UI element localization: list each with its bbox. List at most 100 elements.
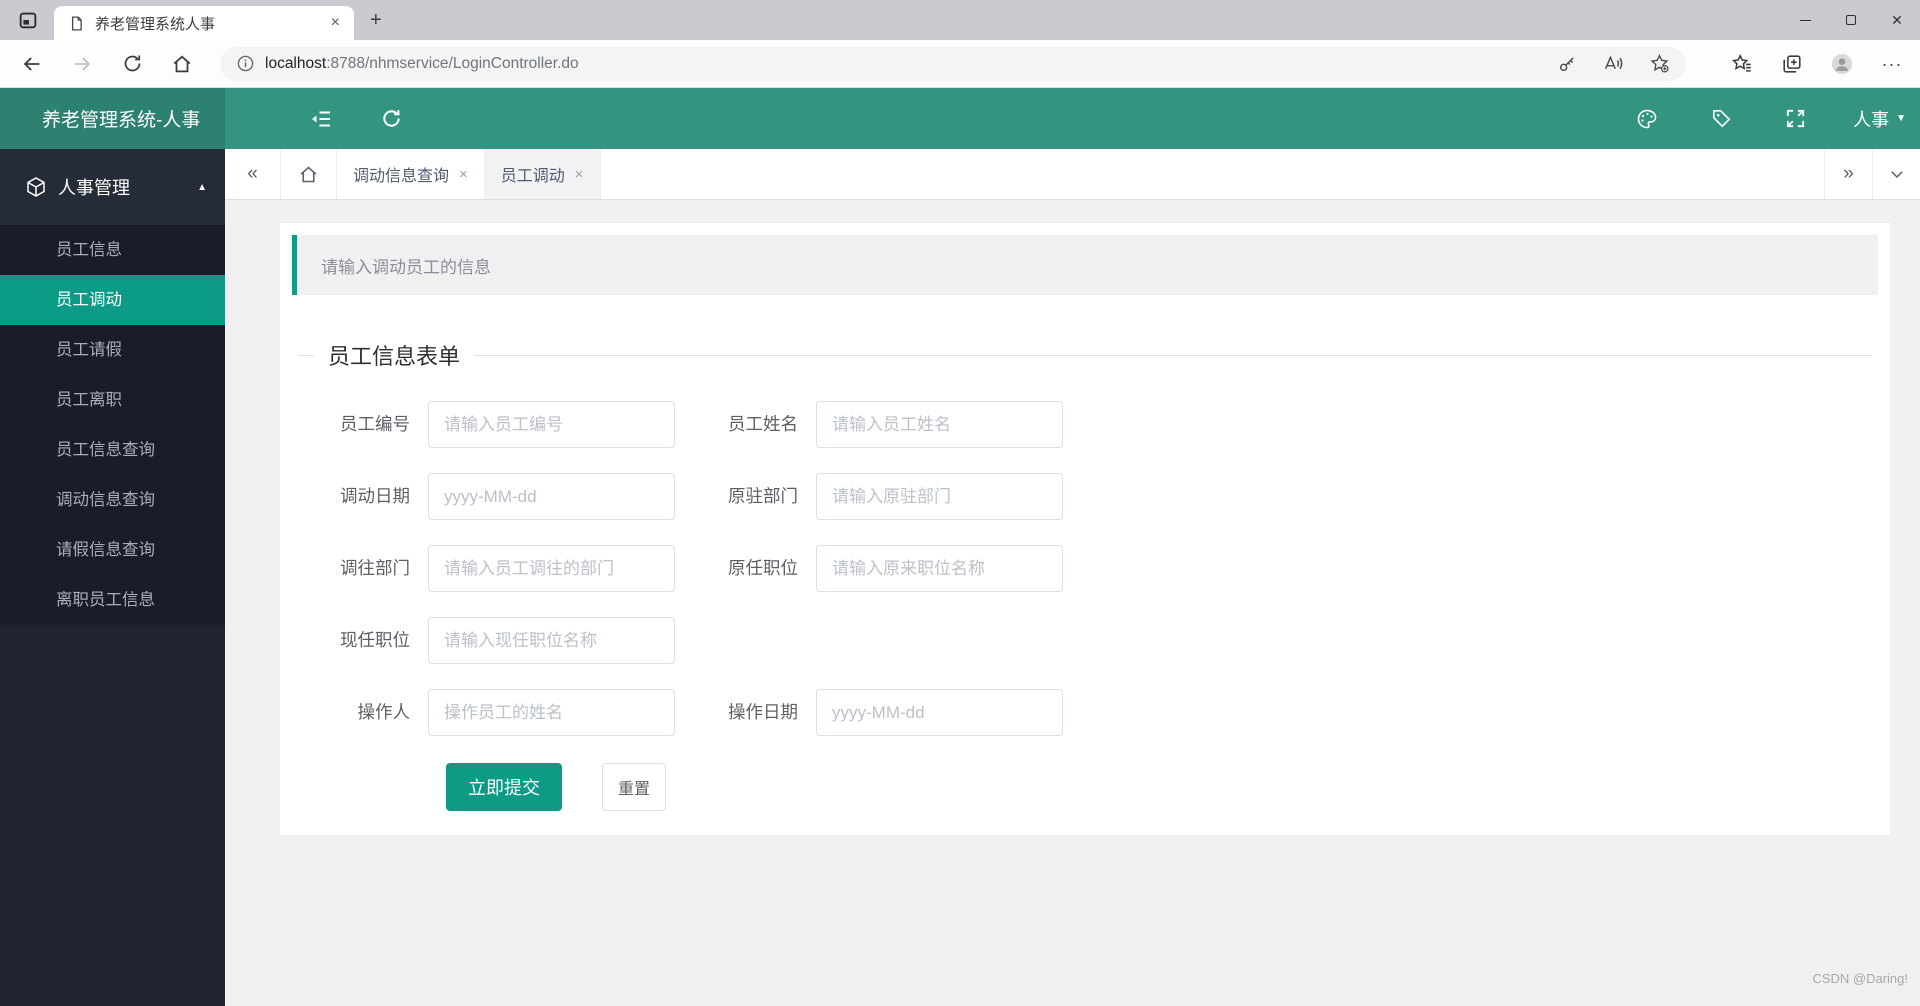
form-row: 现任职位 <box>292 617 1878 664</box>
form-row: 调动日期 原驻部门 <box>292 473 1878 520</box>
original-department-input[interactable] <box>816 473 1063 520</box>
read-aloud-icon[interactable] <box>1602 53 1624 75</box>
browser-tab[interactable]: 养老管理系统人事 × <box>54 6 354 40</box>
browser-tabstrip: 养老管理系统人事 × + ✕ <box>0 0 1920 40</box>
form-field: 员工编号 <box>292 401 675 448</box>
operator-input[interactable] <box>428 689 675 736</box>
form-field: 原任职位 <box>675 545 1063 592</box>
transfer-date-input[interactable] <box>428 473 675 520</box>
field-label: 原任职位 <box>728 558 798 578</box>
sidebar-item-resigned-employees[interactable]: 离职员工信息 <box>0 575 225 625</box>
sidebar-section-label: 人事管理 <box>58 178 130 198</box>
form-field: 员工姓名 <box>675 401 1063 448</box>
field-label: 现任职位 <box>340 630 410 650</box>
caret-up-icon: ▲ <box>197 181 207 193</box>
cube-icon <box>24 175 48 199</box>
tab-close-icon[interactable]: × <box>459 166 468 183</box>
page-tab-transfer-query[interactable]: 调动信息查询 × <box>337 149 485 199</box>
field-label: 操作日期 <box>728 702 798 722</box>
sidebar-item-leave-query[interactable]: 请假信息查询 <box>0 525 225 575</box>
maximize-button[interactable] <box>1828 0 1874 40</box>
page-tab-employee-transfer[interactable]: 员工调动 × <box>484 149 601 199</box>
tag-icon[interactable] <box>1709 107 1733 131</box>
form-title: 员工信息表单 <box>328 344 461 369</box>
employee-transfer-form: 员工编号 员工姓名 调动日期 <box>292 401 1878 811</box>
form-field: 操作日期 <box>675 689 1063 736</box>
palette-icon[interactable] <box>1635 107 1659 131</box>
user-name: 人事 <box>1853 109 1890 130</box>
password-key-icon[interactable] <box>1556 53 1578 75</box>
operation-date-input[interactable] <box>816 689 1063 736</box>
sidebar-item-employee-info-query[interactable]: 员工信息查询 <box>0 425 225 475</box>
sidebar-item-employee-transfer[interactable]: 员工调动 <box>0 275 225 325</box>
field-label: 调往部门 <box>340 558 410 578</box>
field-label: 员工编号 <box>340 414 410 434</box>
app-frame: 养老管理系统-人事 人事 ▼ 人事管理 ▲ 员工信息 员工调动 员工请假 员工离… <box>0 88 1920 1006</box>
caret-down-icon: ▼ <box>1896 113 1906 124</box>
browser-tab-title: 养老管理系统人事 <box>95 15 216 33</box>
minimize-button[interactable] <box>1782 0 1828 40</box>
back-icon[interactable] <box>20 52 44 76</box>
reset-button[interactable]: 重置 <box>602 763 666 811</box>
info-alert: 请输入调动员工的信息 <box>292 235 1878 295</box>
employee-id-input[interactable] <box>428 401 675 448</box>
add-favorite-icon[interactable] <box>1648 53 1670 75</box>
form-field: 操作人 <box>292 689 675 736</box>
tabs-scroll-left-icon[interactable]: « <box>225 149 281 199</box>
form-row: 员工编号 员工姓名 <box>292 401 1878 448</box>
browser-toolbar: localhost:8788/nhmservice/LoginControlle… <box>0 40 1920 88</box>
page-content: 请输入调动员工的信息 员工信息表单 员工编号 员工姓名 <box>225 200 1920 1006</box>
sidebar: 人事管理 ▲ 员工信息 员工调动 员工请假 员工离职 员工信息查询 调动信息查询… <box>0 149 225 1006</box>
home-icon[interactable] <box>170 52 194 76</box>
sidebar-item-transfer-query[interactable]: 调动信息查询 <box>0 475 225 525</box>
screen: 养老管理系统人事 × + ✕ localhost:8788/nhmservice… <box>0 0 1920 1006</box>
form-row: 操作人 操作日期 <box>292 689 1878 736</box>
tabs-collapse-icon[interactable] <box>1872 149 1920 199</box>
address-bar[interactable]: localhost:8788/nhmservice/LoginControlle… <box>220 46 1686 81</box>
window-close-button[interactable]: ✕ <box>1874 0 1920 40</box>
user-menu[interactable]: 人事 ▼ <box>1853 106 1906 132</box>
sidebar-item-employee-leave[interactable]: 员工请假 <box>0 325 225 375</box>
toolbar-actions: ··· <box>1704 52 1904 76</box>
site-info-icon[interactable] <box>236 54 255 73</box>
field-label: 员工姓名 <box>728 414 798 434</box>
form-field: 调往部门 <box>292 545 675 592</box>
current-position-input[interactable] <box>428 617 675 664</box>
new-tab-icon[interactable]: + <box>370 9 382 32</box>
tab-activity-icon[interactable] <box>16 8 40 32</box>
sidebar-item-employee-resign[interactable]: 员工离职 <box>0 375 225 425</box>
profile-avatar[interactable] <box>1830 52 1854 76</box>
sidebar-item-employee-info[interactable]: 员工信息 <box>0 225 225 275</box>
page-tabbar: « 调动信息查询 × 员工调动 × » <box>225 149 1920 200</box>
header-actions: 人事 ▼ <box>1585 106 1906 132</box>
page-refresh-icon[interactable] <box>379 107 403 131</box>
target-department-input[interactable] <box>428 545 675 592</box>
more-icon[interactable]: ··· <box>1880 52 1904 76</box>
tabs-home-icon[interactable] <box>281 149 337 199</box>
submit-button[interactable]: 立即提交 <box>446 763 562 811</box>
sidebar-section-personnel[interactable]: 人事管理 ▲ <box>0 149 225 225</box>
form-actions: 立即提交 重置 <box>292 763 1878 811</box>
forward-icon[interactable] <box>70 52 94 76</box>
field-label: 调动日期 <box>340 486 410 506</box>
original-position-input[interactable] <box>816 545 1063 592</box>
url-text: localhost:8788/nhmservice/LoginControlle… <box>265 54 579 72</box>
collections-icon[interactable] <box>1780 52 1804 76</box>
favorites-icon[interactable] <box>1730 52 1754 76</box>
field-label: 原驻部门 <box>728 486 798 506</box>
tabs-scroll-right-icon[interactable]: » <box>1824 149 1872 199</box>
form-divider: 员工信息表单 <box>298 339 1872 371</box>
window-controls: ✕ <box>1782 0 1920 40</box>
menu-fold-icon[interactable] <box>309 107 333 131</box>
form-field: 现任职位 <box>292 617 675 664</box>
page-tab-label: 调动信息查询 <box>353 168 450 185</box>
employee-name-input[interactable] <box>816 401 1063 448</box>
fullscreen-icon[interactable] <box>1783 107 1807 131</box>
refresh-icon[interactable] <box>120 52 144 76</box>
watermark: CSDN @Daring! <box>1812 971 1908 986</box>
form-field: 原驻部门 <box>675 473 1063 520</box>
tab-close-icon[interactable]: × <box>327 14 344 32</box>
tab-close-icon[interactable]: × <box>575 166 584 183</box>
field-label: 操作人 <box>357 702 411 722</box>
alert-text: 请输入调动员工的信息 <box>321 257 491 277</box>
